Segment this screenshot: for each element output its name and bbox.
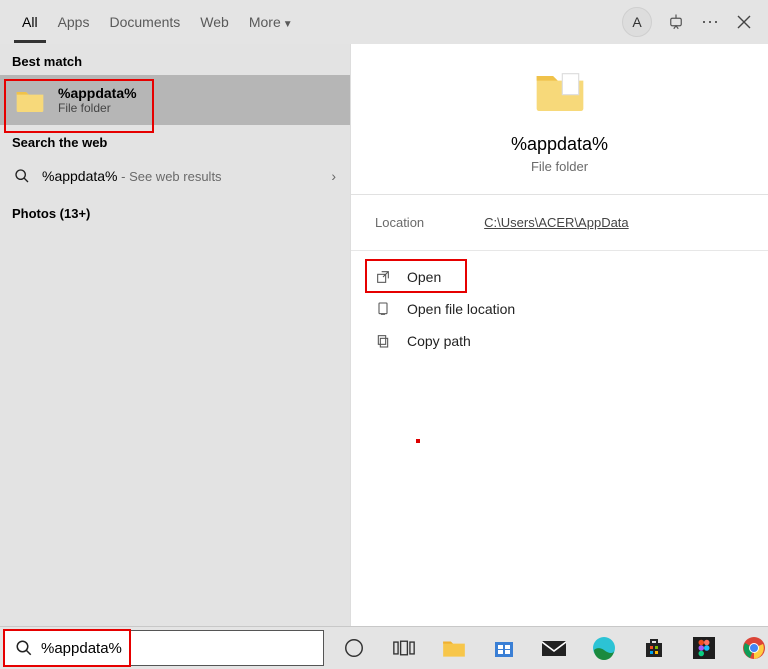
search-box[interactable] (4, 630, 324, 666)
preview-subtitle: File folder (531, 159, 588, 174)
preview-title: %appdata% (511, 134, 608, 155)
search-icon (15, 639, 33, 657)
chrome-icon[interactable] (740, 634, 768, 662)
folder-icon (532, 66, 588, 114)
figma-icon[interactable] (690, 634, 718, 662)
search-header: All Apps Documents Web More▼ A ⋯ (0, 0, 768, 44)
best-match-header: Best match (0, 44, 350, 75)
chevron-down-icon: ▼ (283, 19, 293, 30)
best-match-result[interactable]: %appdata% File folder (0, 75, 350, 125)
tab-all[interactable]: All (14, 2, 46, 43)
feedback-icon[interactable] (666, 12, 686, 32)
folder-icon (14, 86, 46, 114)
search-icon (14, 168, 30, 184)
location-value[interactable]: C:\Users\ACER\AppData (484, 215, 629, 230)
action-open-file-location[interactable]: Open file location (369, 293, 750, 325)
location-row: Location C:\Users\ACER\AppData (351, 195, 768, 251)
mail-icon[interactable] (540, 634, 568, 662)
tab-more[interactable]: More▼ (241, 2, 301, 43)
search-web-header: Search the web (0, 125, 350, 156)
filter-tabs: All Apps Documents Web More▼ (0, 2, 301, 43)
result-title: %appdata% (58, 85, 137, 101)
annotation-dot (416, 439, 420, 443)
location-icon (375, 301, 393, 317)
task-view-icon[interactable] (390, 634, 418, 662)
header-actions: A ⋯ (622, 7, 760, 37)
search-input[interactable] (41, 640, 313, 657)
tab-documents[interactable]: Documents (101, 2, 188, 43)
web-sub: - See web results (118, 169, 222, 184)
preview-panel: %appdata% File folder Location C:\Users\… (350, 44, 768, 626)
copy-icon (375, 333, 393, 349)
results-panel: Best match %appdata% File folder Search … (0, 44, 350, 626)
action-copy-path[interactable]: Copy path (369, 325, 750, 357)
taskbar (0, 626, 768, 669)
close-icon[interactable] (734, 12, 754, 32)
web-search-result[interactable]: %appdata% - See web results › (0, 156, 350, 196)
open-icon (375, 269, 393, 285)
action-open[interactable]: Open (369, 261, 750, 293)
microsoft-store-icon[interactable] (490, 634, 518, 662)
more-options-icon[interactable]: ⋯ (700, 12, 720, 32)
location-label: Location (375, 215, 424, 230)
photos-header[interactable]: Photos (13+) (0, 196, 350, 227)
web-query: %appdata% (42, 168, 118, 184)
file-explorer-icon[interactable] (440, 634, 468, 662)
edge-icon[interactable] (590, 634, 618, 662)
tab-web[interactable]: Web (192, 2, 237, 43)
result-subtitle: File folder (58, 101, 137, 115)
avatar[interactable]: A (622, 7, 652, 37)
chevron-right-icon: › (331, 168, 336, 184)
cortana-icon[interactable] (340, 634, 368, 662)
microsoft-store2-icon[interactable] (640, 634, 668, 662)
tab-apps[interactable]: Apps (50, 2, 98, 43)
